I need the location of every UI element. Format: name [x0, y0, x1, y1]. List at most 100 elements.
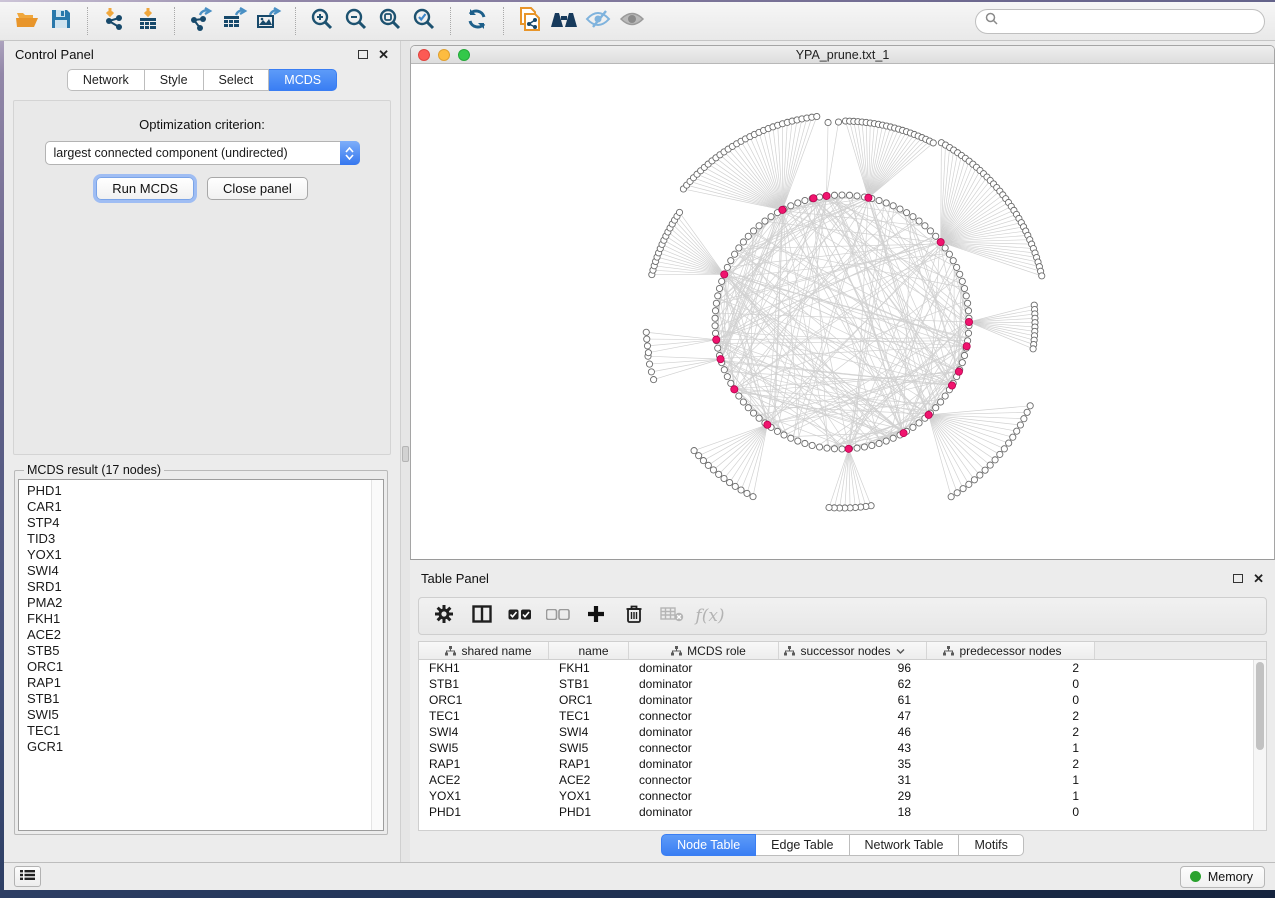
- table-row[interactable]: FKH1 FKH1 dominator 96 2: [419, 660, 1266, 676]
- table-row[interactable]: SWI5 SWI5 connector 43 1: [419, 740, 1266, 756]
- mcds-result-item[interactable]: SRD1: [27, 579, 383, 595]
- table-row[interactable]: STB1 STB1 dominator 62 0: [419, 676, 1266, 692]
- tab-style[interactable]: Style: [145, 69, 204, 91]
- network-window-titlebar[interactable]: YPA_prune.txt_1: [411, 46, 1274, 64]
- mcds-result-item[interactable]: CAR1: [27, 499, 383, 515]
- task-history-button[interactable]: [14, 866, 41, 887]
- mcds-result-item[interactable]: TID3: [27, 531, 383, 547]
- apply-layout-button[interactable]: [460, 5, 494, 37]
- zoom-selected-button[interactable]: [407, 5, 441, 37]
- show-column-panel-button[interactable]: [463, 600, 501, 632]
- delete-columns-button[interactable]: [615, 600, 653, 632]
- mcds-result-list[interactable]: PHD1 CAR1 STP4 TID3 YOX1 SWI4 SRD1 PMA2 …: [18, 479, 384, 831]
- mcds-result-item[interactable]: STB1: [27, 691, 383, 707]
- tab-edge-table[interactable]: Edge Table: [756, 834, 849, 856]
- mcds-options-panel: Optimization criterion: largest connecte…: [13, 100, 391, 455]
- float-panel-icon[interactable]: [358, 50, 368, 59]
- zoom-fit-button[interactable]: [373, 5, 407, 37]
- save-icon: [50, 8, 72, 35]
- mcds-result-item[interactable]: PMA2: [27, 595, 383, 611]
- table-panel: Table Panel ✕: [410, 565, 1275, 862]
- save-session-button[interactable]: [44, 5, 78, 37]
- sort-descending-icon: [896, 648, 905, 654]
- checked-boxes-icon: [508, 607, 532, 625]
- function-builder-button[interactable]: f(x): [691, 600, 729, 632]
- table-body: FKH1 FKH1 dominator 96 2 STB1 STB1 domin…: [419, 660, 1266, 820]
- float-table-panel-icon[interactable]: [1233, 574, 1243, 583]
- memory-button[interactable]: Memory: [1180, 866, 1265, 888]
- table-row[interactable]: PHD1 PHD1 dominator 18 0: [419, 804, 1266, 820]
- splitter-grip[interactable]: [402, 446, 409, 462]
- table-row[interactable]: YOX1 YOX1 connector 29 1: [419, 788, 1266, 804]
- table-row[interactable]: ORC1 ORC1 dominator 61 0: [419, 692, 1266, 708]
- tab-mcds[interactable]: MCDS: [269, 69, 337, 91]
- mcds-result-item[interactable]: TEC1: [27, 723, 383, 739]
- tab-network-table[interactable]: Network Table: [850, 834, 960, 856]
- column-header-shared-name[interactable]: shared name: [419, 642, 549, 659]
- table-row[interactable]: TEC1 TEC1 connector 47 2: [419, 708, 1266, 724]
- hide-selected-button[interactable]: [581, 5, 615, 37]
- open-session-button[interactable]: [10, 5, 44, 37]
- header-filler: [1095, 642, 1266, 659]
- mcds-result-item[interactable]: SWI4: [27, 563, 383, 579]
- column-header-successor-nodes[interactable]: successor nodes: [779, 642, 927, 659]
- toolbar-separator: [174, 7, 175, 35]
- first-neighbors-button[interactable]: [547, 5, 581, 37]
- import-table-button[interactable]: [131, 5, 165, 37]
- mcds-result-item[interactable]: YOX1: [27, 547, 383, 563]
- column-header-mcds-role[interactable]: MCDS role: [629, 642, 779, 659]
- column-header-predecessor-nodes[interactable]: predecessor nodes: [927, 642, 1095, 659]
- tab-motifs[interactable]: Motifs: [959, 834, 1023, 856]
- memory-label: Memory: [1208, 870, 1253, 884]
- table-row[interactable]: RAP1 RAP1 dominator 35 2: [419, 756, 1266, 772]
- scrollbar-thumb[interactable]: [1256, 662, 1264, 750]
- mcds-result-item[interactable]: STP4: [27, 515, 383, 531]
- show-eye-icon: [619, 9, 645, 34]
- run-mcds-button[interactable]: Run MCDS: [96, 177, 194, 200]
- mcds-result-item[interactable]: STB5: [27, 643, 383, 659]
- mcds-result-item[interactable]: FKH1: [27, 611, 383, 627]
- binoculars-icon: [549, 9, 579, 34]
- network-graph[interactable]: [411, 64, 1274, 560]
- tab-network[interactable]: Network: [67, 69, 145, 91]
- list-scrollbar[interactable]: [371, 480, 383, 830]
- import-network-button[interactable]: [97, 5, 131, 37]
- vertical-splitter[interactable]: [401, 41, 410, 862]
- desktop: Control Panel ✕ Network Style Select MCD…: [0, 0, 1275, 898]
- mcds-result-item[interactable]: RAP1: [27, 675, 383, 691]
- table-scrollbar[interactable]: [1253, 660, 1266, 830]
- show-all-button[interactable]: [615, 5, 649, 37]
- optimization-criterion-select[interactable]: largest connected component (undirected): [45, 141, 360, 165]
- mcds-result-item[interactable]: ACE2: [27, 627, 383, 643]
- unselect-all-columns-button[interactable]: [539, 600, 577, 632]
- gear-icon: [434, 604, 454, 629]
- delete-table-button[interactable]: [653, 600, 691, 632]
- new-network-from-selection-button[interactable]: [513, 5, 547, 37]
- table-row[interactable]: SWI4 SWI4 dominator 46 2: [419, 724, 1266, 740]
- search-input[interactable]: [1004, 14, 1255, 28]
- zoom-out-button[interactable]: [339, 5, 373, 37]
- mcds-result-item[interactable]: SWI5: [27, 707, 383, 723]
- column-header-name[interactable]: name: [549, 642, 629, 659]
- export-image-button[interactable]: [252, 5, 286, 37]
- table-tabs: Node Table Edge Table Network Table Moti…: [661, 834, 1024, 856]
- zoom-selected-icon: [412, 7, 436, 36]
- tab-node-table[interactable]: Node Table: [661, 834, 756, 856]
- close-panel-icon[interactable]: ✕: [378, 48, 389, 61]
- mcds-result-item[interactable]: PHD1: [27, 483, 383, 499]
- mcds-result-item[interactable]: GCR1: [27, 739, 383, 755]
- export-network-button[interactable]: [184, 5, 218, 37]
- close-panel-button[interactable]: Close panel: [207, 177, 308, 200]
- tab-select[interactable]: Select: [204, 69, 270, 91]
- mcds-result-item[interactable]: ORC1: [27, 659, 383, 675]
- select-all-columns-button[interactable]: [501, 600, 539, 632]
- main-area: YPA_prune.txt_1 Table Panel ✕: [410, 41, 1275, 862]
- table-toolbar: f(x): [418, 597, 1267, 635]
- close-table-panel-icon[interactable]: ✕: [1253, 572, 1264, 585]
- zoom-in-button[interactable]: [305, 5, 339, 37]
- export-table-button[interactable]: [218, 5, 252, 37]
- create-column-button[interactable]: [577, 600, 615, 632]
- table-options-button[interactable]: [425, 600, 463, 632]
- search-field[interactable]: [975, 9, 1265, 34]
- table-row[interactable]: ACE2 ACE2 connector 31 1: [419, 772, 1266, 788]
